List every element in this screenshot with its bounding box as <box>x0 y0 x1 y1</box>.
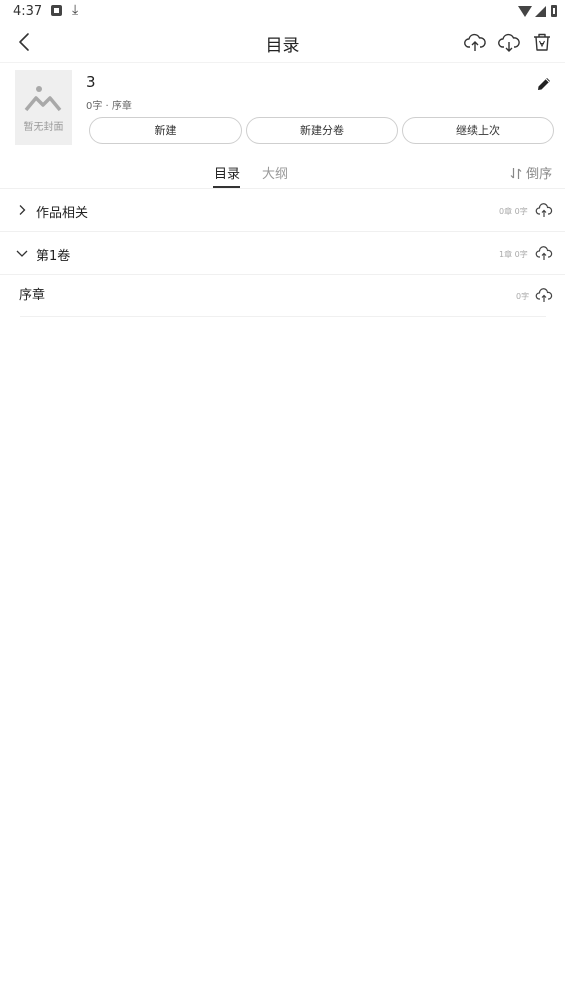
volume-label: 第1卷 <box>36 249 71 264</box>
status-time: 4:37 <box>13 4 43 19</box>
continue-last-button[interactable]: 继续上次 <box>402 117 554 144</box>
reverse-order-label: 倒序 <box>526 167 553 182</box>
new-chapter-button[interactable]: 新建 <box>89 117 242 144</box>
header: 目录 <box>0 22 565 63</box>
cloud-upload-icon[interactable] <box>463 30 487 54</box>
volume-count: 0章 0字 <box>499 207 528 216</box>
new-volume-button[interactable]: 新建分卷 <box>246 117 398 144</box>
book-title: 3 <box>86 73 96 91</box>
volume-row-works[interactable]: 作品相关 0章 0字 <box>0 191 565 231</box>
battery-icon <box>551 5 557 17</box>
cloud-upload-icon[interactable] <box>535 245 553 261</box>
status-indicators <box>518 4 557 18</box>
pencil-icon[interactable] <box>535 75 553 93</box>
tabs-divider <box>0 188 565 189</box>
sort-icon <box>510 168 522 179</box>
notification-a-icon <box>51 5 62 16</box>
chevron-right-icon <box>19 205 26 215</box>
row-divider <box>0 231 565 232</box>
cover-placeholder-label: 暂无封面 <box>23 122 64 133</box>
wifi-icon <box>518 5 532 17</box>
reverse-order-toggle[interactable]: 倒序 <box>510 163 552 182</box>
volume-count: 1章 0字 <box>499 250 528 259</box>
chapter-count: 0字 <box>516 292 530 301</box>
status-bar: 4:37 ⤓ <box>0 0 565 22</box>
book-meta: 0字 · 序章 <box>86 101 132 112</box>
trash-icon[interactable] <box>530 30 554 54</box>
cloud-upload-icon[interactable] <box>535 287 553 303</box>
download-status-icon: ⤓ <box>72 2 79 18</box>
chapter-row[interactable]: 序章 0字 <box>0 275 565 315</box>
chevron-down-icon <box>16 250 28 257</box>
image-placeholder-icon <box>24 86 62 112</box>
volume-label: 作品相关 <box>36 206 89 221</box>
tab-outline[interactable]: 大纲 <box>262 163 288 182</box>
cloud-download-icon[interactable] <box>497 30 521 54</box>
cloud-upload-icon[interactable] <box>535 202 553 218</box>
chapter-label: 序章 <box>19 288 46 303</box>
volume-row-1[interactable]: 第1卷 1章 0字 <box>0 234 565 274</box>
book-cover[interactable]: 暂无封面 <box>15 70 72 145</box>
tab-catalog[interactable]: 目录 <box>214 163 240 182</box>
signal-icon <box>535 5 546 17</box>
row-divider <box>20 316 546 317</box>
